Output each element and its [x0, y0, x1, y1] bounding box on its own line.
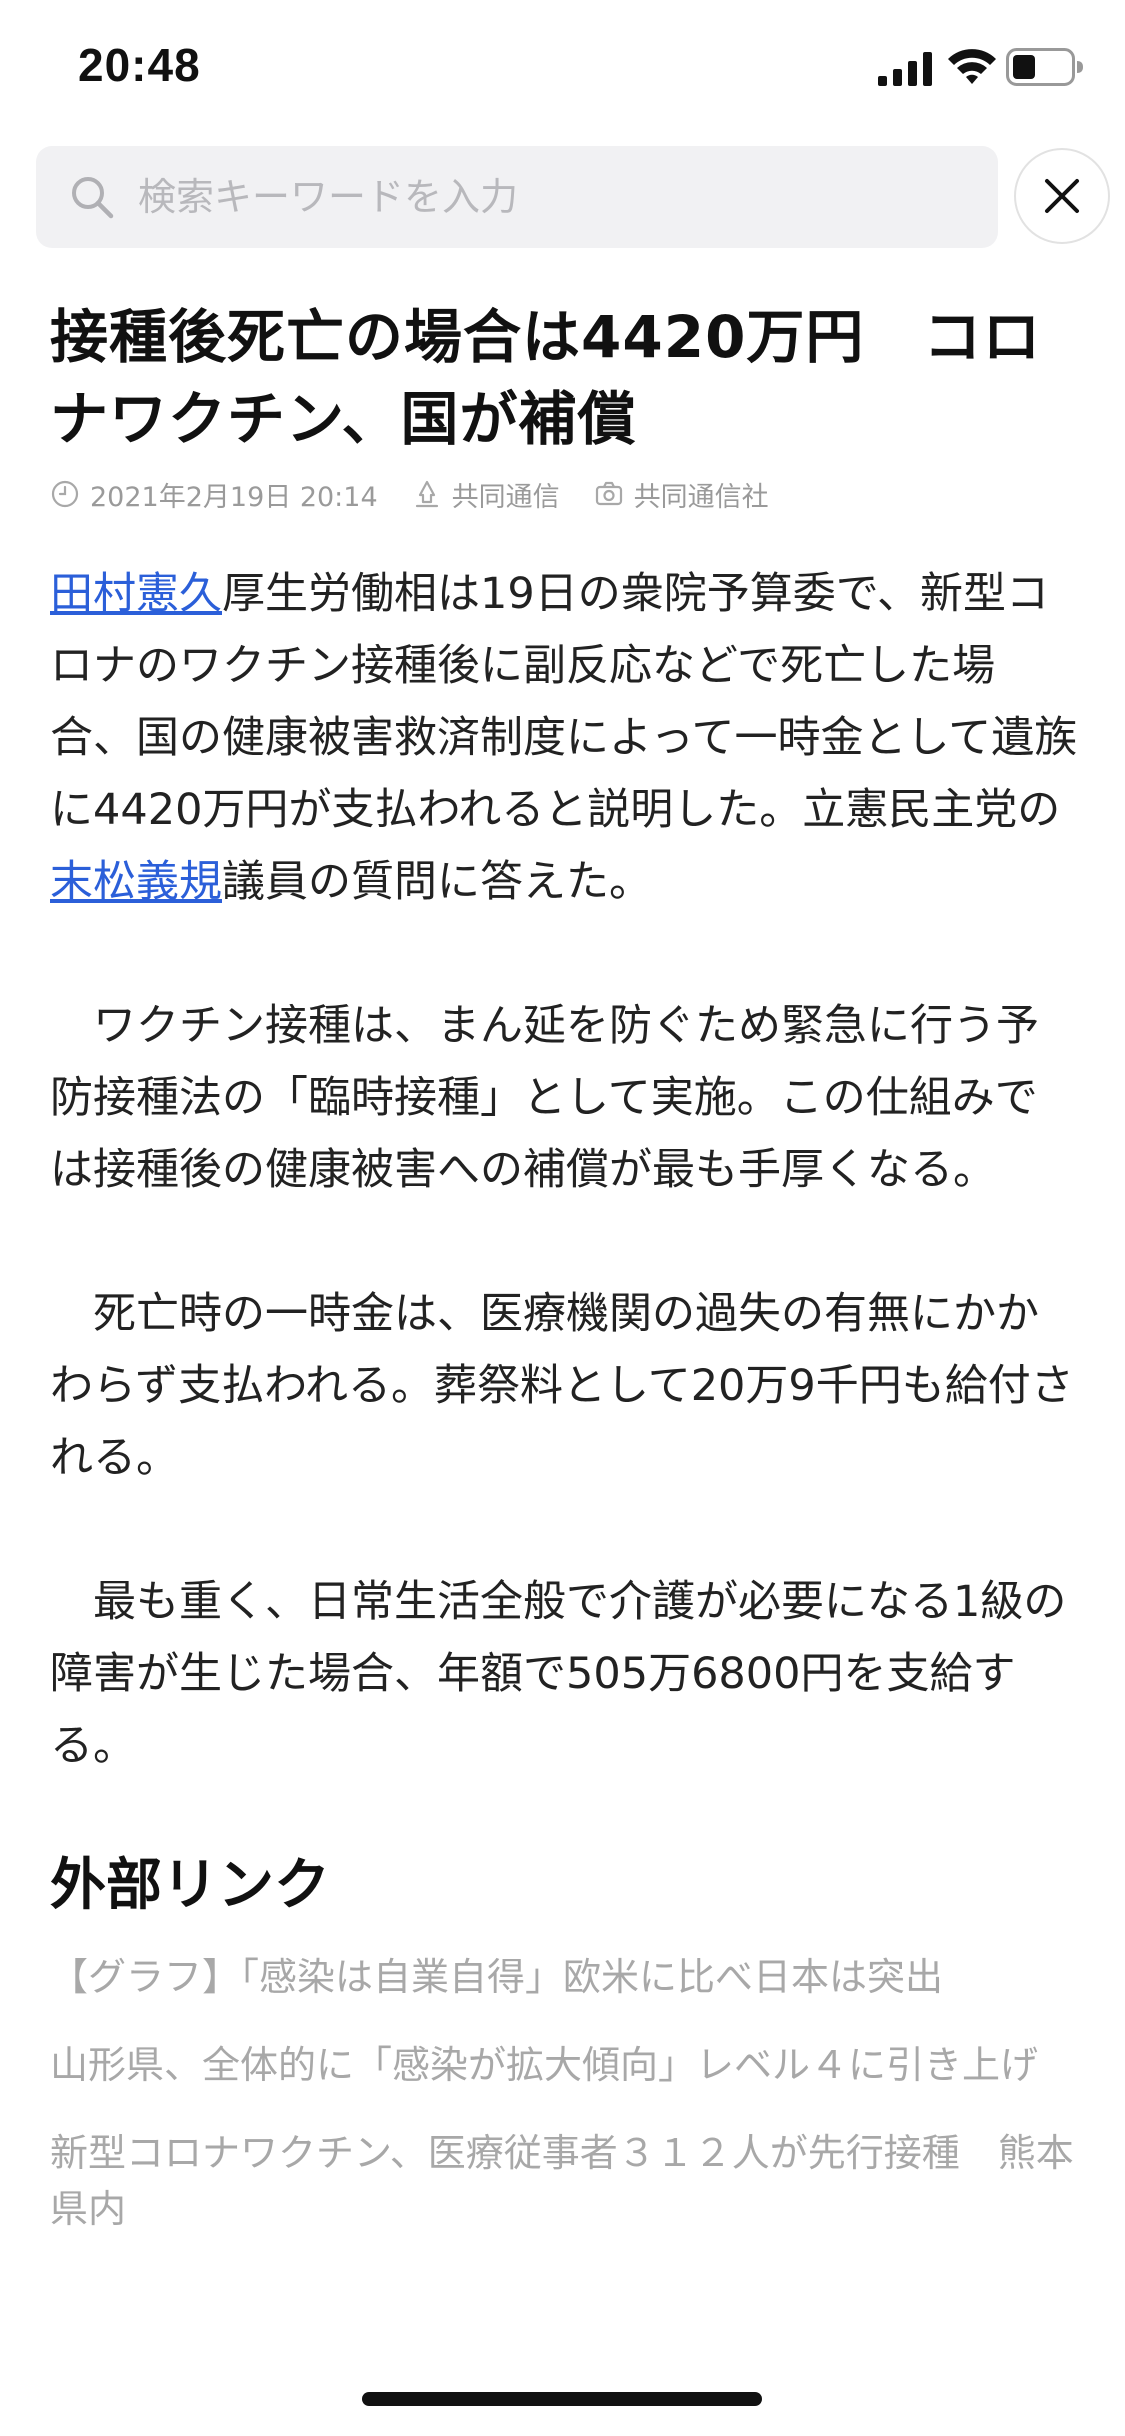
- camera-icon: [595, 481, 622, 506]
- article-paragraph: 最も重く、日常生活全般で介護が必要になる1級の障害が生じた場合、年額で505万6…: [50, 1577, 1067, 1771]
- home-indicator[interactable]: [362, 2392, 762, 2406]
- signal-icon: [878, 52, 932, 86]
- paragraph-text: 議員の質問に答えた。: [222, 857, 652, 907]
- close-button[interactable]: [1014, 148, 1110, 244]
- search-bar[interactable]: [36, 146, 998, 248]
- battery-icon: [1006, 48, 1083, 86]
- wifi-icon: [948, 49, 996, 84]
- external-links-title: 外部リンク: [50, 1853, 330, 1918]
- article-paragraph: ワクチン接種は、まん延を防ぐため緊急に行う予防接種法の「臨時接種」として実施。こ…: [50, 1001, 1039, 1195]
- clock-icon: [51, 480, 79, 508]
- external-link-item[interactable]: 新型コロナワクチン、医療従事者３１２人が先行接種 熊本県内: [50, 2125, 1080, 2237]
- meta-photo: 共同通信社: [594, 475, 769, 514]
- status-time: 20:48: [78, 39, 201, 91]
- article: 接種後死亡の場合は4420万円 コロナワクチン、国が補償 2021年2月19日 …: [50, 296, 1080, 2269]
- search-icon: [72, 177, 114, 219]
- source-icon: [415, 480, 438, 508]
- external-links-list: 【グラフ】「感染は自業自得」欧米に比べ日本は突出 山形県、全体的に「感染が拡大傾…: [50, 1949, 1080, 2237]
- meta-source-text: 共同通信: [451, 481, 560, 513]
- external-link-item[interactable]: 【グラフ】「感染は自業自得」欧米に比べ日本は突出: [50, 1949, 1080, 2005]
- person-link-tamura[interactable]: 田村憲久: [50, 569, 222, 619]
- external-link-item[interactable]: 山形県、全体的に「感染が拡大傾向」レベル４に引き上げ: [50, 2037, 1080, 2093]
- meta-date: 2021年2月19日 20:14: [50, 475, 378, 514]
- search-input[interactable]: [136, 174, 960, 220]
- meta-source: 共同通信: [412, 475, 560, 514]
- article-meta: 2021年2月19日 20:14 共同通信 共同通信社: [50, 472, 1080, 516]
- status-bar: 20:48: [0, 0, 1125, 140]
- meta-photo-text: 共同通信社: [633, 481, 769, 513]
- person-link-suematsu[interactable]: 末松義規: [50, 857, 222, 907]
- article-headline: 接種後死亡の場合は4420万円 コロナワクチン、国が補償: [50, 303, 1042, 453]
- article-paragraph: 田村憲久厚生労働相は19日の衆院予算委で、新型コロナのワクチン接種後に副反応など…: [50, 558, 1080, 918]
- meta-date-text: 2021年2月19日 20:14: [90, 481, 378, 513]
- close-icon: [1045, 179, 1079, 213]
- article-paragraph: 死亡時の一時金は、医療機関の過失の有無にかかわらず支払われる。葬祭料として20万…: [50, 1289, 1074, 1483]
- article-body: 田村憲久厚生労働相は19日の衆院予算委で、新型コロナのワクチン接種後に副反応など…: [50, 558, 1080, 1782]
